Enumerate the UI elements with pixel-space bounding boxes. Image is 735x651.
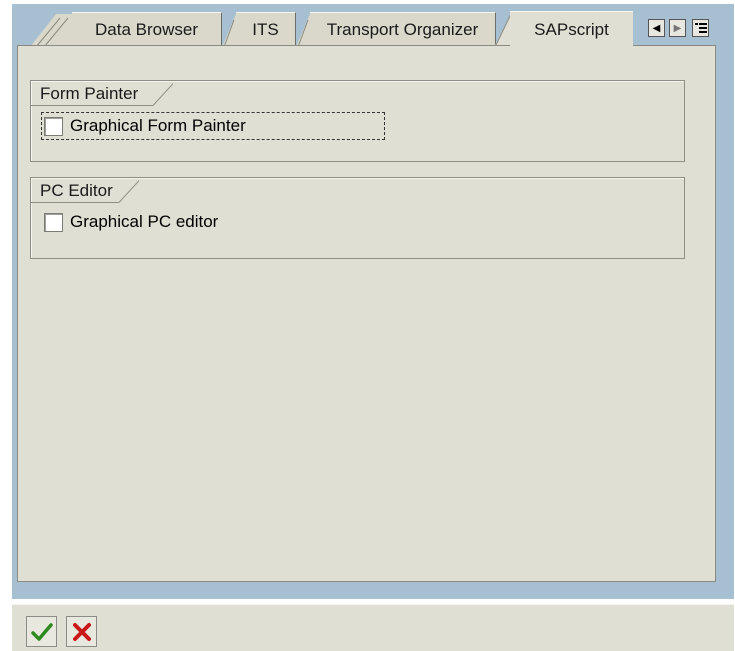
confirm-button[interactable] xyxy=(26,616,57,647)
group-title-slant xyxy=(119,179,139,203)
cancel-x-icon xyxy=(72,622,91,641)
tab-list-icon xyxy=(694,23,707,33)
graphical-pc-editor-checkbox[interactable] xyxy=(44,212,63,232)
tab-data-browser[interactable]: Data Browser xyxy=(72,12,222,46)
tab-content-panel: Form Painter Graphical Form Painter PC E… xyxy=(17,45,716,582)
pc-editor-group: PC Editor Graphical PC editor xyxy=(30,177,685,259)
tab-separator xyxy=(296,14,310,48)
tab-transport-organizer[interactable]: Transport Organizer xyxy=(310,12,496,46)
dialog-footer xyxy=(12,604,734,651)
tab-scroll-right-button[interactable]: ▶ xyxy=(669,19,686,37)
group-title: PC Editor xyxy=(31,178,119,203)
graphical-pc-editor-checkbox-row[interactable]: Graphical PC editor xyxy=(44,212,218,232)
triangle-right-icon: ▶ xyxy=(673,22,682,34)
tab-sapscript[interactable]: SAPscript xyxy=(510,11,633,47)
tab-list-button[interactable] xyxy=(692,19,709,37)
tab-label: SAPscript xyxy=(534,19,609,39)
tab-scroll-left-button[interactable]: ◀ xyxy=(648,19,665,37)
triangle-left-icon: ◀ xyxy=(652,22,661,34)
tab-decoration xyxy=(30,14,78,48)
tab-separator xyxy=(222,14,236,48)
graphical-form-painter-checkbox[interactable] xyxy=(44,116,63,136)
tab-label: Transport Organizer xyxy=(326,19,479,39)
form-painter-group: Form Painter Graphical Form Painter xyxy=(30,80,685,162)
tab-label: Data Browser xyxy=(95,19,198,39)
tab-its[interactable]: ITS xyxy=(236,12,296,46)
group-title: Form Painter xyxy=(31,81,153,106)
group-title-slant xyxy=(153,82,173,106)
tab-label: ITS xyxy=(252,19,279,39)
graphical-form-painter-checkbox-row[interactable]: Graphical Form Painter xyxy=(44,116,246,136)
cancel-button[interactable] xyxy=(66,616,97,647)
checkbox-label: Graphical Form Painter xyxy=(70,116,246,135)
checkmark-icon xyxy=(30,622,53,641)
checkbox-label: Graphical PC editor xyxy=(70,212,219,231)
